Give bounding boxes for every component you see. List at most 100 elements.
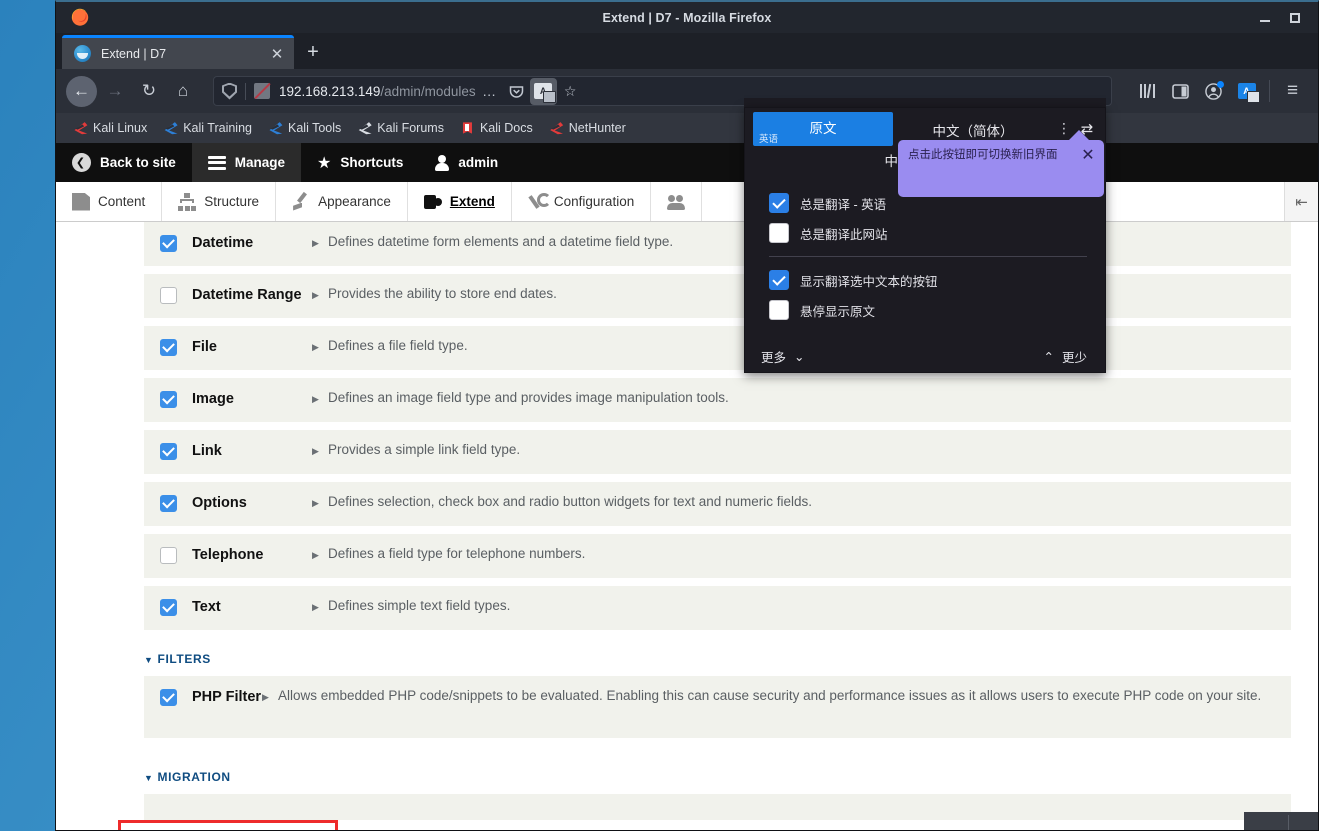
toolbar-shortcuts[interactable]: ★ Shortcuts bbox=[301, 143, 419, 182]
module-name: Datetime Range bbox=[192, 287, 302, 303]
expand-caret-icon[interactable]: ▶ bbox=[312, 494, 320, 513]
browser-tab[interactable]: Extend | D7 ✕ bbox=[62, 35, 294, 69]
bookmark-item[interactable]: Kali Tools bbox=[261, 119, 348, 137]
option-hover-show-original[interactable]: 悬停显示原文 bbox=[745, 295, 1105, 325]
table-row[interactable]: Text ▶ Defines simple text field types. bbox=[144, 586, 1291, 630]
module-enable-checkbox[interactable] bbox=[144, 546, 192, 564]
row-gap bbox=[144, 370, 1291, 378]
module-name: PHP Filter bbox=[192, 689, 262, 705]
tab-title: Extend | D7 bbox=[101, 46, 167, 61]
paintbrush-icon bbox=[292, 193, 310, 211]
table-row[interactable]: PHP Filter ▶ Allows embedded PHP code/sni… bbox=[144, 676, 1291, 738]
menu-item-configuration[interactable]: Configuration bbox=[512, 182, 652, 221]
less-button[interactable]: ⌃ 更少 bbox=[1044, 347, 1088, 366]
expand-caret-icon[interactable]: ▶ bbox=[312, 442, 320, 461]
expand-caret-icon[interactable]: ▶ bbox=[312, 338, 320, 357]
document-icon bbox=[72, 192, 90, 211]
callout-tooltip[interactable]: 点击此按钮即可切换新旧界面 ✕ bbox=[898, 140, 1104, 197]
bookmark-item[interactable]: Kali Training bbox=[156, 119, 259, 137]
kali-dragon-icon bbox=[549, 121, 564, 135]
page-actions-button[interactable]: … bbox=[476, 78, 503, 105]
module-enable-checkbox[interactable] bbox=[144, 494, 192, 512]
table-row[interactable]: Datetime ▶ Defines datetime form elements… bbox=[144, 222, 1291, 266]
option-always-translate-site[interactable]: 总是翻译此网站 bbox=[745, 218, 1105, 248]
shield-icon[interactable] bbox=[222, 82, 237, 100]
sidebar-icon[interactable] bbox=[1165, 76, 1196, 107]
close-icon[interactable]: ✕ bbox=[268, 45, 286, 63]
toolbar-orientation-toggle[interactable]: ⇤ bbox=[1284, 182, 1318, 221]
menu-item-structure[interactable]: Structure bbox=[162, 182, 277, 221]
insecure-connection-icon[interactable] bbox=[254, 83, 270, 99]
minimize-button[interactable] bbox=[1252, 2, 1278, 33]
menu-item-appearance[interactable]: Appearance bbox=[276, 182, 408, 221]
section-header-migration[interactable]: ▼ MIGRATION bbox=[144, 738, 1318, 794]
reload-button[interactable]: ↻ bbox=[133, 75, 165, 107]
bookmark-label: Kali Tools bbox=[288, 121, 342, 135]
expand-caret-icon[interactable]: ▶ bbox=[312, 390, 320, 409]
new-tab-button[interactable]: + bbox=[298, 35, 328, 69]
module-enable-checkbox[interactable] bbox=[144, 598, 192, 616]
drupal-admin-toolbar: ❮ Back to site Manage ★ Shortcuts admin bbox=[56, 143, 1318, 182]
app-menu-button[interactable]: ≡ bbox=[1277, 76, 1308, 107]
section-header-filters[interactable]: ▼ FILTERS bbox=[144, 630, 1318, 676]
close-icon[interactable]: ✕ bbox=[1078, 147, 1098, 165]
toolbar-back-to-site[interactable]: ❮ Back to site bbox=[56, 143, 192, 182]
maximize-button[interactable] bbox=[1282, 2, 1308, 33]
more-button[interactable]: 更多 ⌄ bbox=[761, 347, 805, 366]
table-row[interactable]: File ▶ Defines a file field type. bbox=[144, 326, 1291, 370]
bookmark-item[interactable]: Kali Forums bbox=[350, 119, 451, 137]
navigation-toolbar: ← → ↻ ⌂ 192.168.213.149/admin/modules … … bbox=[56, 69, 1318, 113]
menu-item-content[interactable]: Content bbox=[56, 182, 163, 221]
translate-glyph: A bbox=[1237, 83, 1260, 103]
module-description: ▶ Defines a field type for telephone numb… bbox=[312, 546, 1291, 565]
bookmark-label: NetHunter bbox=[568, 121, 626, 135]
translate-page-button[interactable]: A bbox=[529, 77, 557, 105]
table-row[interactable]: Telephone ▶ Defines a field type for tele… bbox=[144, 534, 1291, 578]
bookmark-item[interactable]: Kali Linux bbox=[66, 119, 154, 137]
expand-caret-icon[interactable]: ▶ bbox=[312, 598, 320, 617]
account-icon[interactable] bbox=[1198, 76, 1229, 107]
table-row[interactable]: Image ▶ Defines an image field type and p… bbox=[144, 378, 1291, 422]
translate-extension-icon[interactable]: A bbox=[1231, 76, 1262, 107]
module-name: Datetime bbox=[192, 235, 254, 251]
caret-down-icon: ▼ bbox=[144, 655, 154, 665]
module-enable-checkbox[interactable] bbox=[144, 688, 192, 706]
module-enable-checkbox[interactable] bbox=[144, 442, 192, 460]
menu-item-extend[interactable]: Extend bbox=[408, 182, 512, 221]
bookmark-item[interactable]: Kali Docs bbox=[453, 119, 540, 137]
original-language-tab[interactable]: 原文 英语 bbox=[753, 112, 893, 146]
table-row[interactable]: Options ▶ Defines selection, check box an… bbox=[144, 482, 1291, 526]
bookmark-label: Kali Linux bbox=[93, 121, 148, 135]
library-icon[interactable] bbox=[1132, 76, 1163, 107]
toolbar-manage[interactable]: Manage bbox=[191, 143, 302, 182]
expand-caret-icon[interactable]: ▶ bbox=[312, 546, 320, 565]
pocket-icon[interactable] bbox=[503, 78, 530, 105]
drupal-manage-menu: Content Structure Appearance Extend Conf… bbox=[56, 182, 1318, 222]
forward-button[interactable]: → bbox=[99, 75, 131, 107]
translate-popup-footer: 更多 ⌄ ⌃ 更少 bbox=[745, 347, 1105, 366]
expand-caret-icon[interactable]: ▶ bbox=[262, 688, 270, 707]
menu-item-people[interactable] bbox=[651, 182, 703, 221]
home-button[interactable]: ⌂ bbox=[167, 75, 199, 107]
expand-caret-icon[interactable]: ▶ bbox=[312, 286, 320, 305]
option-show-selection-button[interactable]: 显示翻译选中文本的按钮 bbox=[745, 265, 1105, 295]
module-enable-checkbox[interactable] bbox=[144, 234, 192, 252]
target-language-tab[interactable]: 中文（简体） bbox=[893, 112, 1053, 140]
sitemap-icon bbox=[178, 192, 197, 211]
bookmark-star-icon[interactable]: ☆ bbox=[557, 78, 584, 105]
bookmark-item[interactable]: NetHunter bbox=[542, 119, 633, 137]
table-row[interactable]: Datetime Range ▶ Provides the ability to … bbox=[144, 274, 1291, 318]
back-button[interactable]: ← bbox=[66, 75, 97, 107]
sticky-action-bar[interactable] bbox=[1244, 812, 1318, 830]
module-enable-checkbox[interactable] bbox=[144, 338, 192, 356]
menu-label: Structure bbox=[204, 194, 260, 209]
table-row[interactable]: Link ▶ Provides a simple link field type. bbox=[144, 430, 1291, 474]
table-row[interactable] bbox=[144, 794, 1291, 820]
module-enable-checkbox[interactable] bbox=[144, 390, 192, 408]
module-enable-checkbox[interactable] bbox=[144, 286, 192, 304]
module-enable-checkbox[interactable] bbox=[144, 806, 192, 807]
extend-page-content: Datetime ▶ Defines datetime form elements… bbox=[56, 222, 1318, 830]
expand-caret-icon[interactable]: ▶ bbox=[312, 234, 320, 253]
toolbar-user-admin[interactable]: admin bbox=[419, 143, 514, 182]
toolbar-label: Back to site bbox=[100, 155, 176, 170]
